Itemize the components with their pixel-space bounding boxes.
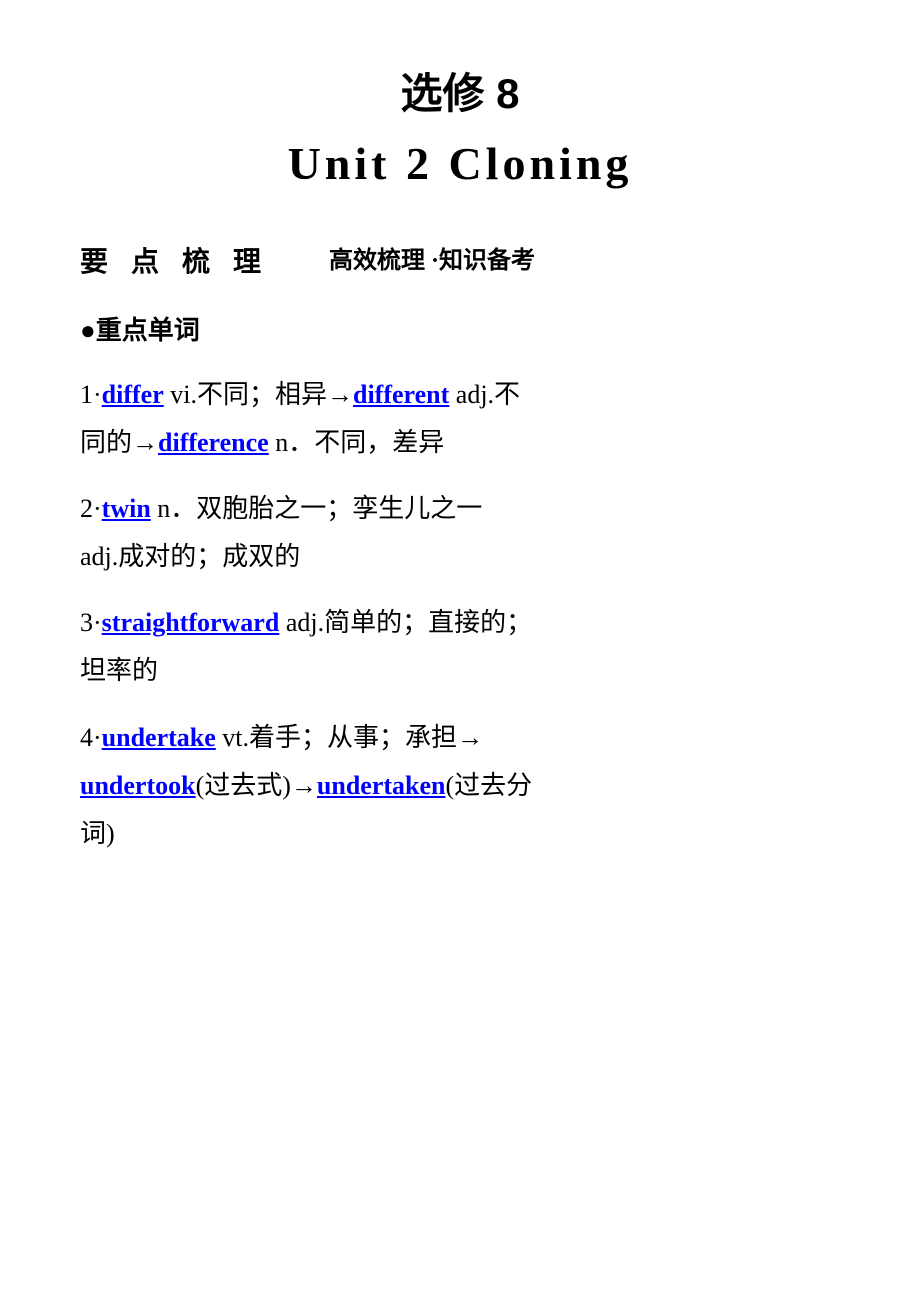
- section-header-left: 要 点 梳 理: [80, 240, 269, 280]
- vocab-item-4: 4·undertake vt.着手；从事；承担→ undertook(过去式)→…: [80, 714, 840, 858]
- vocab-word-undertook[interactable]: undertook: [80, 771, 196, 800]
- vocab-section-title: ●重点单词: [80, 310, 840, 347]
- vocab-num-2: 2: [80, 494, 93, 523]
- vocab-word-twin[interactable]: twin: [102, 494, 151, 523]
- vocab-item-1: 1·differ vi.不同；相异→different adj.不 同的→dif…: [80, 371, 840, 467]
- section-header-right: 高效梳理 ·知识备考: [329, 240, 535, 275]
- vocab-word-undertaken[interactable]: undertaken: [317, 771, 446, 800]
- vocab-item-2: 2·twin n．双胞胎之一；孪生儿之一 adj.成对的；成双的: [80, 485, 840, 581]
- vocab-num-1: 1: [80, 380, 93, 409]
- vocab-num-4: 4: [80, 723, 93, 752]
- vocab-word-undertake[interactable]: undertake: [102, 723, 216, 752]
- vocab-word-differ[interactable]: differ: [102, 380, 164, 409]
- vocab-word-difference[interactable]: difference: [158, 428, 269, 457]
- page-title-cn: 选修 8: [80, 60, 840, 121]
- page-title-en: Unit 2 Cloning: [80, 137, 840, 190]
- vocab-word-different[interactable]: different: [353, 380, 449, 409]
- section-header: 要 点 梳 理 高效梳理 ·知识备考: [80, 240, 840, 280]
- vocab-word-straightforward[interactable]: straightforward: [102, 608, 280, 637]
- vocab-num-3: 3: [80, 608, 93, 637]
- vocab-section-label: ●重点单词: [80, 310, 200, 347]
- vocab-item-3: 3·straightforward adj.简单的；直接的； 坦率的: [80, 599, 840, 695]
